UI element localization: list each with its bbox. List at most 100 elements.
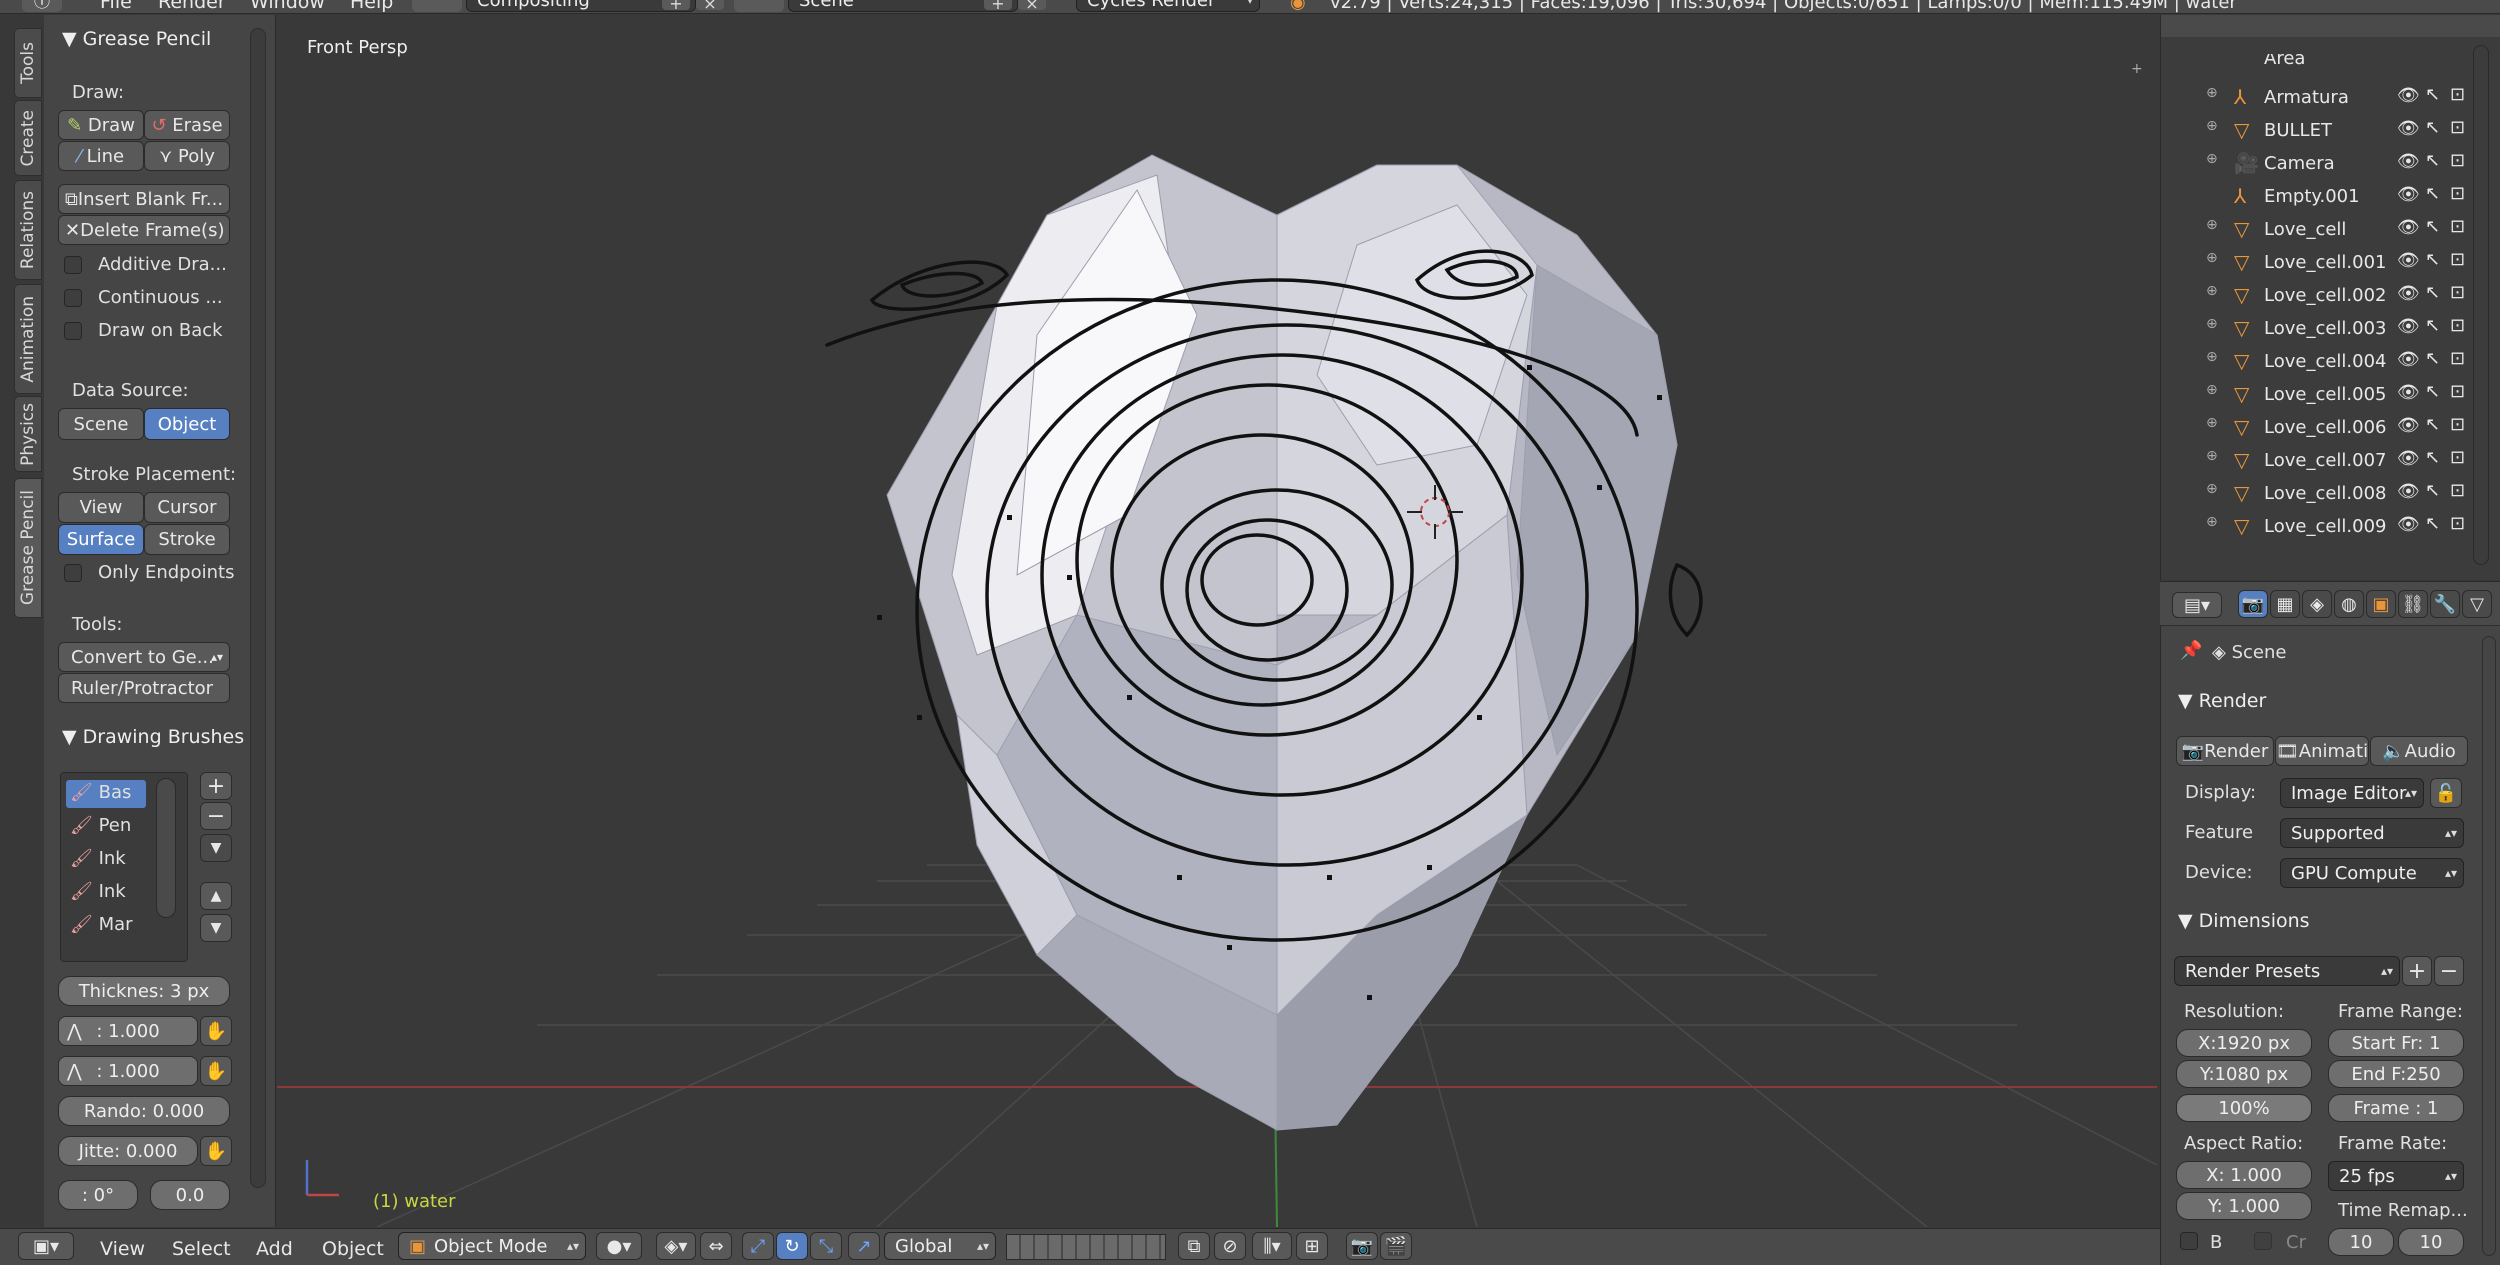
expand-icon[interactable]: ⊕ [2206, 448, 2218, 464]
draw-button[interactable]: ✎ Draw [58, 110, 144, 140]
angle-factor-field[interactable]: 0.0 [150, 1180, 230, 1210]
brush-specials-button[interactable]: ▼ [200, 834, 232, 862]
object-tab-icon[interactable]: ▣ [2366, 590, 2396, 618]
object-mode-select[interactable]: ▣ Object Mode ▴▾ [398, 1232, 586, 1260]
eye-icon[interactable]: 👁 [2397, 349, 2420, 370]
placement-surface-button[interactable]: Surface [58, 524, 144, 555]
menu-render[interactable]: Render [158, 0, 226, 13]
render-presets-select[interactable]: Render Presets ▴▾ [2174, 956, 2400, 986]
editor-type-select[interactable]: ▣▾ [18, 1232, 74, 1260]
cursor-icon[interactable]: ↖ [2425, 513, 2440, 534]
constraints-tab-icon[interactable]: ⛓ [2398, 590, 2428, 618]
add-brush-button[interactable]: + [200, 772, 232, 800]
outliner-row[interactable]: ⊕ ▽ Love_cell.001 👁 ↖ ⊡ [2172, 246, 2467, 279]
cursor-icon[interactable]: ↖ [2425, 348, 2440, 369]
strength-field-1[interactable]: ⋀: 1.000 [58, 1016, 198, 1046]
render-tab-icon[interactable]: 📷 [2238, 590, 2268, 618]
tab-grease-pencil[interactable]: Grease Pencil [14, 478, 42, 618]
render-animation-button[interactable]: 🎞 Animati [2275, 736, 2369, 766]
outliner-row-partial[interactable]: Area [2172, 54, 2467, 74]
only-endpoints-checkbox[interactable] [64, 564, 82, 582]
insert-blank-frame-button[interactable]: ⧉ Insert Blank Fr... [58, 184, 230, 214]
expand-icon[interactable]: ⊕ [2206, 250, 2218, 266]
scene-icon[interactable] [734, 0, 784, 12]
transform-orientation-select[interactable]: Global ▴▾ [884, 1232, 996, 1260]
properties-editor-type-select[interactable]: ▤▾ [2172, 592, 2222, 618]
draw-on-back-checkbox[interactable] [64, 322, 82, 340]
ruler-protractor-button[interactable]: Ruler/Protractor [58, 673, 230, 703]
eye-icon[interactable]: 👁 [2397, 382, 2420, 403]
resolution-percentage-field[interactable]: 100% [2176, 1094, 2312, 1122]
render-camera-icon[interactable]: ⊡ [2450, 150, 2465, 171]
add-scene-icon[interactable]: + [984, 0, 1012, 13]
resolution-x-field[interactable]: X:1920 px [2176, 1029, 2312, 1057]
proportional-edit-icon[interactable]: ⊘ [1214, 1232, 1246, 1260]
eye-icon[interactable]: 👁 [2397, 415, 2420, 436]
remove-brush-button[interactable]: − [200, 802, 232, 830]
eye-icon[interactable]: 👁 [2397, 514, 2420, 535]
eye-icon[interactable]: 👁 [2397, 481, 2420, 502]
data-source-scene-button[interactable]: Scene [58, 408, 144, 440]
cursor-icon[interactable]: ↖ [2425, 150, 2440, 171]
pressure-toggle-1[interactable]: ✋ [200, 1016, 232, 1046]
grease-pencil-panel-header[interactable]: ▼ Grease Pencil [62, 28, 211, 50]
translate-icon[interactable]: ⤢ [742, 1232, 774, 1260]
device-select[interactable]: GPU Compute ▴▾ [2280, 858, 2464, 888]
render-camera-icon[interactable]: ⊡ [2450, 480, 2465, 501]
frame-step-field[interactable]: Frame : 1 [2328, 1094, 2464, 1122]
render-camera-icon[interactable]: ⊡ [2450, 381, 2465, 402]
screen-layout-icon[interactable] [412, 0, 462, 12]
outliner-row[interactable]: ⊕ ⅄ Armatura 👁 ↖ ⊡ [2172, 81, 2467, 114]
expand-icon[interactable]: ⊕ [2206, 151, 2218, 167]
eye-icon[interactable]: 👁 [2397, 250, 2420, 271]
tool-shelf-scrollbar[interactable] [250, 28, 266, 1188]
cursor-icon[interactable]: ↖ [2425, 480, 2440, 501]
render-button[interactable]: 📷 Render [2176, 736, 2274, 766]
add-screen-icon[interactable]: + [662, 0, 690, 13]
poly-button[interactable]: ⋎ Poly [144, 141, 230, 171]
snap-target-icon[interactable]: ⊞ [1296, 1232, 1328, 1260]
add-preset-button[interactable]: + [2402, 956, 2432, 986]
brush-item[interactable]: 🖌 Ink [70, 848, 126, 869]
move-brush-down-button[interactable]: ▼ [200, 914, 232, 942]
resolution-y-field[interactable]: Y:1080 px [2176, 1060, 2312, 1088]
expand-icon[interactable]: ⊕ [2206, 349, 2218, 365]
outliner-row[interactable]: ⊕ ▽ Love_cell.006 👁 ↖ ⊡ [2172, 411, 2467, 444]
render-camera-icon[interactable]: ⊡ [2450, 249, 2465, 270]
shading-select[interactable]: ●▾ [596, 1232, 642, 1260]
scale-icon[interactable]: ⤡ [810, 1232, 842, 1260]
tab-create[interactable]: Create [14, 100, 42, 176]
cursor-icon[interactable]: ↖ [2425, 84, 2440, 105]
outliner-row[interactable]: ⊕ ▽ Love_cell.004 👁 ↖ ⊡ [2172, 345, 2467, 378]
cursor-icon[interactable]: ↖ [2425, 414, 2440, 435]
outliner-row[interactable]: ⊕ ▽ Love_cell.003 👁 ↖ ⊡ [2172, 312, 2467, 345]
eye-icon[interactable]: 👁 [2397, 283, 2420, 304]
render-camera-icon[interactable]: ⊡ [2450, 315, 2465, 336]
expand-icon[interactable]: ⊕ [2206, 382, 2218, 398]
eye-icon[interactable]: 👁 [2397, 316, 2420, 337]
placement-stroke-button[interactable]: Stroke [144, 524, 230, 555]
move-brush-up-button[interactable]: ▲ [200, 882, 232, 910]
brush-item[interactable]: 🖌 Pen [70, 815, 131, 836]
cursor-icon[interactable]: ↖ [2425, 117, 2440, 138]
menu-help[interactable]: Help [350, 0, 393, 13]
end-frame-field[interactable]: End F:250 [2328, 1060, 2464, 1088]
cursor-icon[interactable]: ↖ [2425, 216, 2440, 237]
brush-item[interactable]: 🖌 Ink [70, 881, 126, 902]
layers-tab-icon[interactable]: ▦ [2270, 590, 2300, 618]
remap-new-field[interactable]: 10 [2398, 1228, 2464, 1256]
strength-field-2[interactable]: ⋀: 1.000 [58, 1056, 198, 1086]
rotate-icon[interactable]: ↻ [776, 1232, 808, 1260]
menu-file[interactable]: File [100, 0, 132, 13]
expand-icon[interactable]: ⊕ [2206, 415, 2218, 431]
outliner-row[interactable]: ⊕ ▽ Love_cell 👁 ↖ ⊡ [2172, 213, 2467, 246]
eye-icon[interactable]: 👁 [2397, 85, 2420, 106]
eye-icon[interactable]: 👁 [2397, 118, 2420, 139]
expand-icon[interactable]: ⊕ [2206, 316, 2218, 332]
start-frame-field[interactable]: Start Fr: 1 [2328, 1029, 2464, 1057]
continuous-drawing-checkbox[interactable] [64, 289, 82, 307]
layers-grid-icon[interactable] [1006, 1234, 1166, 1260]
expand-icon[interactable]: ⊕ [2206, 118, 2218, 134]
data-source-object-button[interactable]: Object [144, 408, 230, 440]
frame-rate-select[interactable]: 25 fps ▴▾ [2328, 1161, 2464, 1191]
